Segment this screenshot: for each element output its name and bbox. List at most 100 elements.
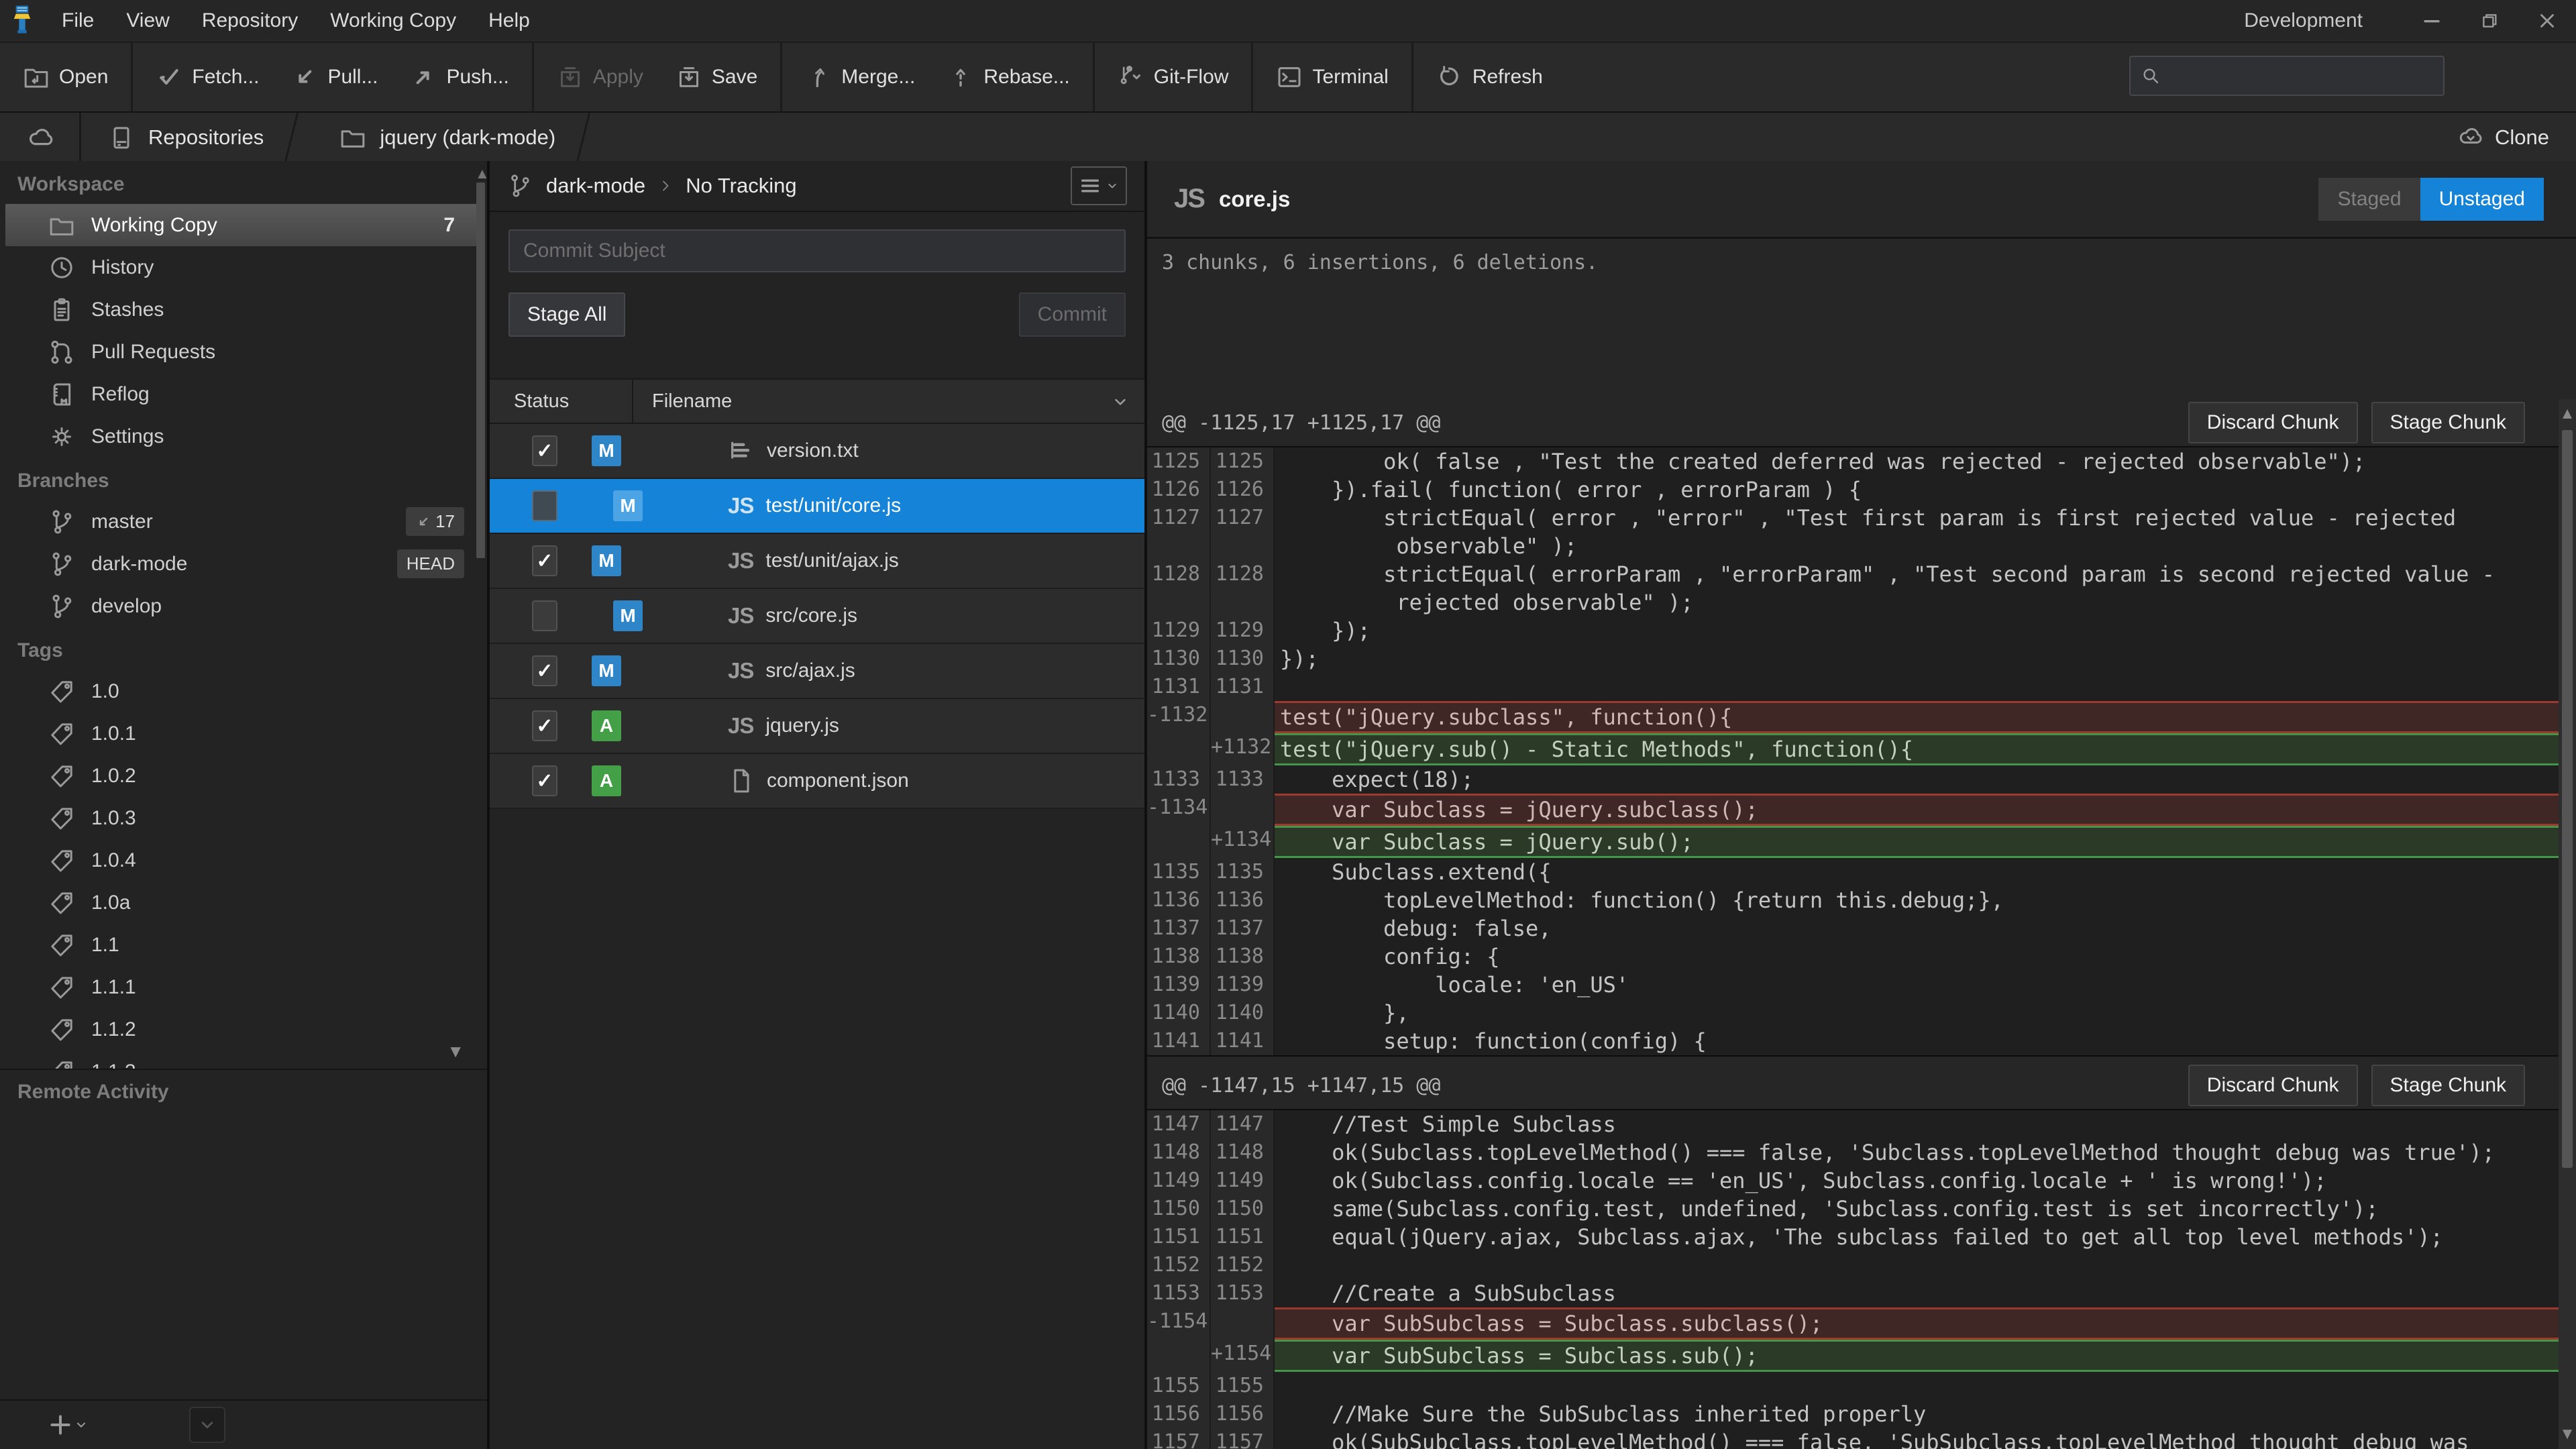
sidebar-item-1-0-1[interactable]: 1.0.1 bbox=[0, 712, 487, 755]
commit-panel-header: dark-mode No Tracking bbox=[490, 161, 1144, 212]
sidebar-item-1-1-1[interactable]: 1.1.1 bbox=[0, 966, 487, 1008]
old-line-number: -1132 bbox=[1147, 701, 1211, 733]
close-button[interactable] bbox=[2518, 0, 2576, 42]
file-row[interactable]: MJStest/unit/core.js bbox=[490, 479, 1144, 534]
file-row[interactable]: ✓Mversion.txt bbox=[490, 424, 1144, 479]
sidebar-item-label: 1.1 bbox=[91, 934, 119, 957]
new-line-number: 1149 bbox=[1211, 1167, 1275, 1195]
menu-repository[interactable]: Repository bbox=[186, 0, 314, 42]
sidebar-item-1-0-4[interactable]: 1.0.4 bbox=[0, 839, 487, 881]
file-checkbox[interactable]: ✓ bbox=[532, 545, 557, 576]
file-checkbox[interactable]: ✓ bbox=[532, 435, 557, 466]
sidebar-item-dark-mode[interactable]: dark-modeHEAD bbox=[0, 543, 487, 585]
commit-options-button[interactable] bbox=[1071, 166, 1127, 205]
sidebar-item-1-0-2[interactable]: 1.0.2 bbox=[0, 755, 487, 797]
breadcrumb-separator bbox=[576, 113, 590, 162]
sidebar-item-develop[interactable]: develop bbox=[0, 585, 487, 627]
breadcrumb-label: jquery (dark-mode) bbox=[380, 125, 555, 150]
menu-view[interactable]: View bbox=[110, 0, 185, 42]
terminal-button[interactable]: Terminal bbox=[1260, 43, 1404, 111]
unstaged-tab[interactable]: Unstaged bbox=[2420, 178, 2544, 221]
code-text: }).fail( function( error , errorParam ) … bbox=[1275, 476, 2559, 504]
scroll-up-arrow-icon[interactable]: ▲ bbox=[475, 165, 486, 182]
file-checkbox[interactable]: ✓ bbox=[532, 710, 557, 741]
file-checkbox[interactable] bbox=[532, 490, 557, 521]
sidebar-item-reflog[interactable]: Reflog bbox=[0, 373, 487, 415]
code-text: same(Subclass.config.test, undefined, 'S… bbox=[1275, 1195, 2559, 1223]
add-repository-button[interactable] bbox=[47, 1411, 89, 1438]
file-name-label: test/unit/ajax.js bbox=[765, 549, 898, 572]
sidebar-scrollbar[interactable]: ▲ bbox=[475, 161, 486, 1069]
discard-chunk-button[interactable]: Discard Chunk bbox=[2188, 1065, 2358, 1106]
refresh-button[interactable]: Refresh bbox=[1420, 43, 1559, 111]
file-row[interactable]: ✓Acomponent.json bbox=[490, 754, 1144, 809]
menu-file[interactable]: File bbox=[46, 0, 110, 42]
file-checkbox[interactable]: ✓ bbox=[532, 765, 557, 796]
tag-icon-wrap bbox=[47, 974, 76, 1001]
file-name-label: component.json bbox=[767, 769, 909, 792]
sidebar-item-stashes[interactable]: Stashes bbox=[0, 288, 487, 331]
code-line: 11521152 bbox=[1147, 1251, 2559, 1279]
stage-chunk-button[interactable]: Stage Chunk bbox=[2371, 1065, 2525, 1106]
maximize-button[interactable] bbox=[2461, 0, 2518, 42]
sidebar-item-1-0-3[interactable]: 1.0.3 bbox=[0, 797, 487, 839]
sidebar-item-1-0a[interactable]: 1.0a bbox=[0, 881, 487, 924]
push-button[interactable]: Push... bbox=[394, 43, 525, 111]
scroll-down-arrow-icon[interactable]: ▼ bbox=[2559, 1425, 2576, 1444]
open-button[interactable]: Open bbox=[7, 43, 124, 111]
stage-all-button[interactable]: Stage All bbox=[508, 292, 625, 337]
sidebar-item-label: 1.1.3 bbox=[91, 1061, 136, 1071]
diff-scrollbar[interactable]: ▲ ▼ bbox=[2559, 399, 2576, 1449]
clone-button[interactable]: Clone bbox=[2457, 113, 2549, 162]
breadcrumb-item-jquery[interactable]: jquery (dark-mode) bbox=[313, 113, 562, 162]
sidebar-item-master[interactable]: master17 bbox=[0, 500, 487, 543]
sidebar-item-1-1-3[interactable]: 1.1.3 bbox=[0, 1051, 487, 1070]
pull-button[interactable]: Pull... bbox=[275, 43, 394, 111]
git-flow-button[interactable]: Git-Flow bbox=[1102, 43, 1245, 111]
commit-button[interactable]: Commit bbox=[1019, 292, 1126, 337]
status-column-header[interactable]: Status bbox=[490, 390, 632, 413]
file-checkbox[interactable] bbox=[532, 600, 557, 631]
sidebar-item-history[interactable]: History bbox=[0, 246, 487, 288]
diff-scrollbar-thumb[interactable] bbox=[2562, 430, 2573, 1168]
merge-button[interactable]: Merge... bbox=[789, 43, 931, 111]
save-button[interactable]: Save bbox=[659, 43, 773, 111]
new-line-number: 1126 bbox=[1211, 476, 1275, 504]
remote-accounts-button[interactable] bbox=[0, 113, 79, 162]
fetch-button[interactable]: Fetch... bbox=[140, 43, 275, 111]
menu-working-copy[interactable]: Working Copy bbox=[314, 0, 472, 42]
file-row[interactable]: ✓MJSsrc/ajax.js bbox=[490, 644, 1144, 699]
chevron-down-icon[interactable] bbox=[1111, 390, 1130, 413]
code-text: locale: 'en_US' bbox=[1275, 971, 2559, 999]
file-row[interactable]: ✓AJSjquery.js bbox=[490, 699, 1144, 754]
file-row[interactable]: MJSsrc/core.js bbox=[490, 589, 1144, 644]
apply-button[interactable]: Apply bbox=[541, 43, 659, 111]
staged-tab[interactable]: Staged bbox=[2318, 178, 2420, 221]
plus-icon bbox=[47, 1411, 74, 1438]
minimize-button[interactable] bbox=[2403, 0, 2461, 42]
file-status-view-button[interactable] bbox=[189, 1407, 225, 1443]
breadcrumb-item-repositories[interactable]: Repositories bbox=[81, 113, 270, 162]
commit-subject-input[interactable] bbox=[508, 229, 1126, 272]
rebase-button[interactable]: Rebase... bbox=[931, 43, 1085, 111]
sidebar-scrollbar-thumb[interactable] bbox=[476, 182, 485, 558]
filename-column-header[interactable]: Filename bbox=[633, 390, 732, 413]
sidebar-item-pull-requests[interactable]: Pull Requests bbox=[0, 331, 487, 373]
scroll-up-arrow-icon[interactable]: ▲ bbox=[2559, 405, 2576, 423]
status-chip: A bbox=[592, 710, 621, 741]
sidebar-item-settings[interactable]: Settings bbox=[0, 415, 487, 458]
toolbar-search[interactable] bbox=[2129, 56, 2445, 96]
discard-chunk-button[interactable]: Discard Chunk bbox=[2188, 402, 2358, 443]
sidebar-item-1-1-2[interactable]: 1.1.2 bbox=[0, 1008, 487, 1051]
sidebar-item-1-0[interactable]: 1.0 bbox=[0, 670, 487, 712]
tag-icon bbox=[48, 932, 75, 959]
sidebar-item-1-1[interactable]: 1.1 bbox=[0, 924, 487, 966]
file-checkbox[interactable]: ✓ bbox=[532, 655, 557, 686]
old-line-number: 1147 bbox=[1147, 1110, 1211, 1138]
sidebar-item-working-copy[interactable]: Working Copy7 bbox=[5, 204, 482, 246]
code-line: 11381138 config: { bbox=[1147, 943, 2559, 971]
stage-chunk-button[interactable]: Stage Chunk bbox=[2371, 402, 2525, 443]
menu-help[interactable]: Help bbox=[472, 0, 546, 42]
file-row[interactable]: ✓MJStest/unit/ajax.js bbox=[490, 534, 1144, 589]
search-input[interactable] bbox=[2169, 64, 2435, 87]
